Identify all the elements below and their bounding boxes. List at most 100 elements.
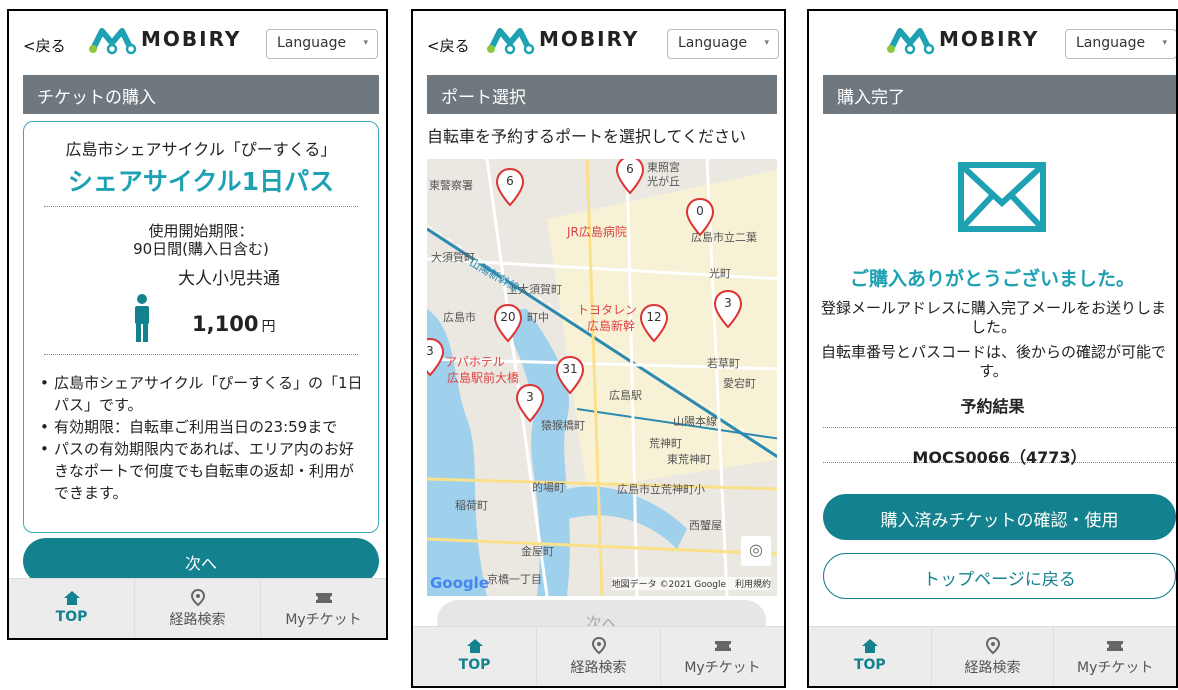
ticket-icon [261,587,386,609]
price-value: 1,100 [192,312,259,336]
map-label: 的場町 [532,481,565,494]
ticket-category: 大人小児共通 [178,269,280,289]
view-tickets-button[interactable]: 購入済みチケットの確認・使用 [823,494,1176,540]
nav-route-label: 経路検索 [964,660,1021,676]
header: <戻る MOBIRY Language ▾ [413,11,784,71]
chevron-down-icon: ▾ [764,38,769,48]
map-label: 広島市立荒神町小 [617,483,705,496]
map-label: 稲荷町 [455,499,488,512]
bottom-nav: TOP 経路検索 Myチケット [9,578,386,638]
usage-limit: 使用開始期限： 90日間(購入日含む) [24,222,378,258]
section-title: ポート選択 [427,75,777,114]
screen-ticket-purchase: <戻る MOBIRY Language ▾ チケットの購入 広島市シェアサイクル「… [7,9,388,640]
ticket-price: 1,100 円 [192,312,275,336]
port-pin[interactable]: 6 [615,159,645,195]
usage-limit-value: 90日間(購入日含む) [133,240,269,258]
nav-top[interactable]: TOP [9,579,134,638]
result-value: MOCS0066（4773） [912,448,1087,467]
note-item: 有効期限：自転車ご利用当日の23:59まで [38,416,368,438]
nav-tickets-label: Myチケット [1076,660,1154,676]
map-label: 広島市 [443,311,476,324]
map-label: 光町 [709,267,731,280]
note-item: 広島市シェアサイクル「ぴーすくる」の「1日パス」です。 [38,372,368,416]
pin-count: 3 [526,390,534,404]
back-button[interactable]: <戻る [427,35,470,56]
port-pin[interactable]: 0 [685,197,715,237]
mobiry-logo-icon [887,28,935,55]
note-item: パスの有効期限内であれば、エリア内のお好きなポートで何度でも自転車の返却・利用が… [38,438,368,504]
map-label: JR広島病院 [567,225,627,239]
map-label: アパホテル [445,355,505,369]
divider [44,206,358,207]
map-label: 荒神町 [649,437,682,450]
port-pin[interactable]: 3 [515,383,545,423]
mobiry-logo: MOBIRY [485,23,639,55]
my-location-button[interactable]: ◎ [741,536,771,566]
pin-count: 6 [506,174,514,188]
usage-limit-label: 使用開始期限： [148,222,254,240]
bottom-nav: TOP 経路検索 Myチケット [413,626,784,686]
map-label: 山陽本線 [673,415,717,428]
port-pin[interactable]: 31 [555,355,585,395]
screen-port-selection: <戻る MOBIRY Language ▾ ポート選択 自転車を予約するポートを選… [411,9,786,688]
ticket-icon [1054,635,1176,657]
map-label: 光が丘 [647,175,680,188]
ticket-icon [661,635,784,657]
mobiry-logo-icon [89,28,137,55]
mobiry-logo-icon [487,28,535,55]
map-label: 広島駅 [609,389,642,402]
person-icon [135,294,149,342]
map-label: 広島新幹 [587,319,636,333]
nav-my-tickets[interactable]: Myチケット [1053,627,1176,686]
pin-count: 3 [427,344,445,358]
mobiry-logo: MOBIRY [885,23,1039,55]
pin-count: 0 [696,204,704,218]
header: MOBIRY Language ▾ [809,11,1176,71]
nav-tickets-label: Myチケット [684,660,761,676]
port-pin[interactable]: 20 [493,303,523,343]
map-label: 若草町 [707,357,740,370]
home-icon [809,635,931,657]
nav-top[interactable]: TOP [809,627,931,686]
map-label: 広島駅前大橋 [447,371,520,385]
language-select[interactable]: Language ▾ [667,29,779,59]
map-label: 京橋一丁目 [487,573,542,586]
language-select[interactable]: Language ▾ [1065,29,1176,59]
port-pin[interactable]: 6 [495,167,525,207]
nav-route-search[interactable]: 経路検索 [930,627,1054,686]
port-map[interactable]: 東警察署 東照宮 光が丘 JR広島病院 広島市立二葉 大須賀町 上大須賀町 光町… [427,159,777,596]
ticket-title: シェアサイクル1日パス [67,167,335,196]
map-label: 西蟹屋 [689,519,722,532]
mail-icon [958,162,1046,232]
pin-count: 20 [500,310,516,324]
port-pin[interactable]: 12 [639,303,669,343]
instruction-text: 自転車を予約するポートを選択してください [427,127,747,146]
port-pin[interactable]: 3 [713,289,743,329]
nav-my-tickets[interactable]: Myチケット [260,579,386,638]
chevron-down-icon: ▾ [1162,38,1167,48]
ticket-notes: 広島市シェアサイクル「ぴーすくる」の「1日パス」です。 有効期限：自転車ご利用当… [38,372,368,504]
map-label: トヨタレン [577,303,638,317]
nav-top-label: TOP [853,657,886,673]
map-label: 東警察署 [429,179,473,192]
nav-route-search[interactable]: 経路検索 [536,627,660,686]
language-select[interactable]: Language ▾ [266,29,378,59]
map-pin-icon [932,635,1054,657]
back-button[interactable]: <戻る [23,35,66,56]
nav-route-search[interactable]: 経路検索 [134,579,260,638]
screen-purchase-complete: MOBIRY Language ▾ 購入完了 ご購入ありがとうございました。 登録… [807,9,1178,688]
brand-name: MOBIRY [141,27,242,51]
passcode-message: 自転車番号とパスコードは、後からの確認が可能です。 [820,343,1166,380]
ticket-card: 広島市シェアサイクル「ぴーすくる」 シェアサイクル1日パス 使用開始期限： 90… [23,121,379,533]
port-pin[interactable]: 3 [427,337,445,377]
back-to-top-button[interactable]: トップページに戻る [823,553,1176,599]
divider [44,354,358,355]
language-label: Language [678,35,748,51]
map-copyright[interactable]: 地図データ ©2021 Google 利用規約 [611,577,771,590]
nav-top-label: TOP [458,657,491,673]
nav-my-tickets[interactable]: Myチケット [660,627,784,686]
pin-count: 3 [724,296,732,310]
nav-top[interactable]: TOP [413,627,536,686]
map-label: 町中 [527,311,549,324]
section-title: 購入完了 [823,75,1176,114]
